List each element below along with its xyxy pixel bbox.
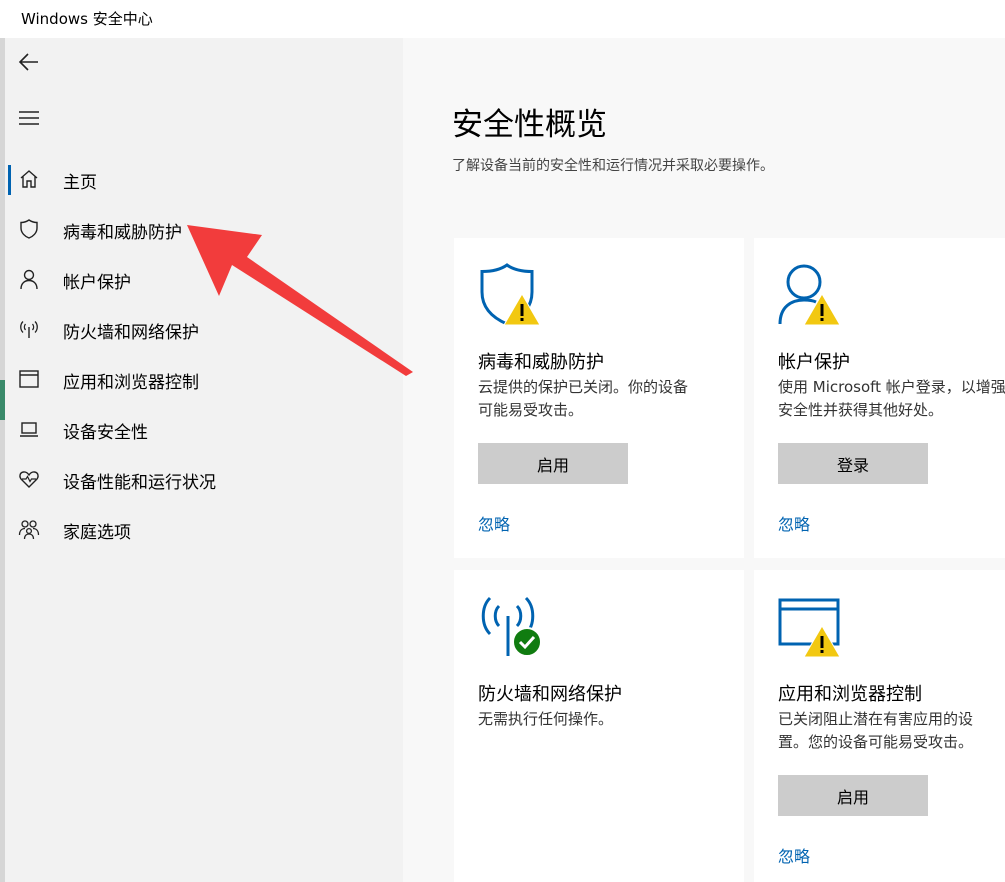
window-title: Windows 安全中心: [21, 10, 153, 28]
sidebar-item-label: 防火墙和网络保护: [63, 323, 199, 343]
sidebar-item-label: 病毒和威胁防护: [63, 223, 182, 243]
card-title: 病毒和威胁防护: [478, 352, 604, 373]
shield-icon: [20, 219, 38, 239]
person-icon: [20, 269, 38, 290]
card-description: 云提供的保护已关闭。你的设备 可能易受攻击。: [478, 378, 689, 419]
turn-on-button[interactable]: 启用: [778, 775, 928, 816]
browser-warning-icon: [778, 598, 841, 658]
dismiss-link[interactable]: 忽略: [778, 843, 810, 867]
sidebar-item-label: 设备性能和运行状况: [63, 473, 216, 493]
selection-indicator: [8, 165, 11, 195]
card-title: 防火墙和网络保护: [478, 684, 622, 705]
laptop-icon: [20, 422, 38, 437]
card-account-protection: 帐户保护 使用 Microsoft 帐户登录，以增强 安全性并获得其他好处。 登…: [754, 238, 1005, 558]
person-warning-icon: [778, 264, 841, 326]
menu-button[interactable]: [18, 108, 40, 128]
shield-warning-icon: [480, 263, 541, 326]
card-title: 帐户保护: [778, 352, 850, 373]
family-icon: [18, 520, 40, 540]
sidebar-item-device-security[interactable]: 设备安全性: [5, 408, 403, 452]
sidebar: 主页 病毒和威胁防护 帐户保护 防火墙和网络保护 应用和浏览器控制 设备安全性 …: [5, 38, 403, 882]
home-icon: [20, 170, 38, 188]
page-subtitle: 了解设备当前的安全性和运行情况并采取必要操作。: [452, 158, 774, 174]
back-button[interactable]: [17, 50, 41, 74]
sign-in-button[interactable]: 登录: [778, 443, 928, 484]
card-description: 无需执行任何操作。: [478, 710, 614, 728]
sidebar-item-virus-protection[interactable]: 病毒和威胁防护: [5, 208, 403, 252]
back-arrow-icon: [18, 53, 38, 71]
card-app-browser-control: 应用和浏览器控制 已关闭阻止潜在有害应用的设 置。您的设备可能易受攻击。 启用 …: [754, 570, 1005, 882]
dismiss-link[interactable]: 忽略: [478, 511, 510, 535]
browser-window-icon: [19, 370, 39, 388]
page-title: 安全性概览: [452, 107, 607, 143]
sidebar-item-account-protection[interactable]: 帐户保护: [5, 258, 403, 302]
sidebar-item-device-performance[interactable]: 设备性能和运行状况: [5, 458, 403, 502]
card-virus-protection: 病毒和威胁防护 云提供的保护已关闭。你的设备 可能易受攻击。 启用 忽略: [454, 238, 744, 558]
sidebar-item-label: 设备安全性: [63, 423, 148, 443]
hamburger-icon: [19, 111, 39, 125]
sidebar-item-label: 家庭选项: [63, 523, 131, 543]
title-bar: Windows 安全中心: [0, 0, 1005, 38]
sidebar-item-app-browser-control[interactable]: 应用和浏览器控制: [5, 358, 403, 402]
main-content: 安全性概览 了解设备当前的安全性和运行情况并采取必要操作。 病毒和威胁防护 云提…: [403, 38, 1005, 882]
card-description: 使用 Microsoft 帐户登录，以增强 安全性并获得其他好处。: [778, 378, 1005, 419]
card-description: 已关闭阻止潜在有害应用的设 置。您的设备可能易受攻击。: [778, 710, 974, 751]
sidebar-item-label: 帐户保护: [63, 273, 131, 293]
sidebar-item-home[interactable]: 主页: [5, 158, 403, 202]
turn-on-button[interactable]: 启用: [478, 443, 628, 484]
dismiss-link[interactable]: 忽略: [778, 511, 810, 535]
sidebar-item-label: 应用和浏览器控制: [63, 373, 199, 393]
heart-pulse-icon: [19, 471, 39, 488]
sidebar-item-label: 主页: [63, 173, 97, 193]
sidebar-item-family-options[interactable]: 家庭选项: [5, 508, 403, 552]
antenna-ok-icon: [481, 596, 542, 657]
card-firewall: 防火墙和网络保护 无需执行任何操作。: [454, 570, 744, 882]
sidebar-item-firewall[interactable]: 防火墙和网络保护: [5, 308, 403, 352]
antenna-icon: [20, 321, 38, 338]
card-title: 应用和浏览器控制: [778, 684, 922, 705]
